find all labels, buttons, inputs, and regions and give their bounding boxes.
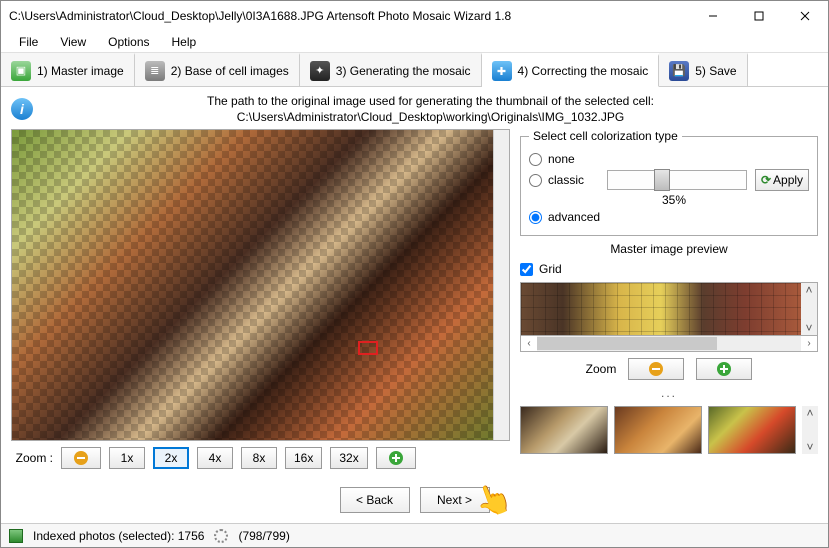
zoom-2x[interactable]: 2x [153,447,189,469]
mosaic-viewport[interactable] [11,129,510,441]
window-title: C:\Users\Administrator\Cloud_Desktop\Jel… [9,9,690,23]
candidates-vscroll[interactable]: ˄˅ [802,406,818,454]
wizard-nav: < Back Next > 👆 [11,479,818,519]
maximize-button[interactable] [736,1,782,31]
zoom-controls: Zoom : 1x 2x 4x 8x 16x 32x [11,441,510,475]
plus-icon [389,451,403,465]
zoom-32x[interactable]: 32x [330,447,367,469]
menu-options[interactable]: Options [98,33,159,51]
zoom-16x[interactable]: 16x [285,447,322,469]
candidate-thumb[interactable] [614,406,702,454]
step-correcting[interactable]: ✚ 4) Correcting the mosaic [482,54,660,87]
grid-label: Grid [539,262,562,276]
refresh-icon: ⟳ [761,173,771,187]
selected-cell-marker[interactable] [358,341,378,355]
radio-none[interactable] [529,153,542,166]
zoom-8x[interactable]: 8x [241,447,277,469]
apply-label: Apply [773,173,803,187]
step-generating[interactable]: ✦ 3) Generating the mosaic [300,53,482,86]
zoom-4x[interactable]: 4x [197,447,233,469]
colorization-advanced[interactable]: advanced [529,207,809,227]
master-preview[interactable]: ˄˅ [520,282,818,336]
path-caption: The path to the original image used for … [43,93,818,109]
master-preview-title: Master image preview [520,242,818,256]
indexed-count: Indexed photos (selected): 1756 [33,529,204,543]
radio-classic-label: classic [548,173,584,187]
zoom-out-button[interactable] [61,447,101,469]
scroll-right-arrow[interactable]: › [801,338,817,349]
menu-file[interactable]: File [9,33,48,51]
status-bar: Indexed photos (selected): 1756 (798/799… [1,523,828,547]
step-base-cells[interactable]: ≣ 2) Base of cell images [135,53,300,86]
colorization-group: Select cell colorization type none class… [520,129,818,236]
apply-button[interactable]: ⟳ Apply [755,169,809,191]
minimize-button[interactable] [690,1,736,31]
puzzle-icon: ✚ [492,61,512,81]
master-preview-hscroll[interactable]: ‹ › [520,336,818,352]
preview-zoom-in[interactable] [696,358,752,380]
colorization-slider[interactable] [607,170,747,190]
preview-zoom-label: Zoom [586,362,617,376]
minus-icon [649,362,663,376]
info-icon: i [11,98,33,120]
title-bar: C:\Users\Administrator\Cloud_Desktop\Jel… [1,1,828,31]
zoom-label: Zoom : [13,451,53,465]
radio-classic[interactable] [529,174,542,187]
photos-icon [9,529,23,543]
next-button[interactable]: Next > [420,487,490,513]
colorization-legend: Select cell colorization type [529,129,682,143]
candidate-thumb[interactable] [520,406,608,454]
master-preview-vscroll[interactable]: ˄˅ [801,283,817,335]
save-icon: 💾 [669,61,689,81]
step-save[interactable]: 💾 5) Save [659,53,747,86]
slider-thumb[interactable] [654,169,670,191]
grid-checkbox-row[interactable]: Grid [520,262,818,276]
slider-percent: 35% [599,193,749,207]
preview-zoom-out[interactable] [628,358,684,380]
loading-spinner-icon [214,529,228,543]
wizard-steps: ▣ 1) Master image ≣ 2) Base of cell imag… [1,53,828,87]
candidate-thumbnails: ˄˅ [520,406,818,454]
candidates-ellipsis: ... [520,386,818,400]
radio-advanced-label: advanced [548,210,600,224]
candidate-thumb[interactable] [708,406,796,454]
zoom-in-button[interactable] [376,447,416,469]
preview-zoom-controls: Zoom [520,358,818,380]
mosaic-image[interactable] [12,130,493,440]
minus-icon [74,451,88,465]
zoom-1x[interactable]: 1x [109,447,145,469]
step-label: 5) Save [695,64,736,78]
menu-bar: File View Options Help [1,31,828,53]
plus-icon [717,362,731,376]
step-label: 4) Correcting the mosaic [518,64,649,78]
scroll-left-arrow[interactable]: ‹ [521,338,537,349]
hscroll-thumb[interactable] [537,337,717,350]
step-label: 3) Generating the mosaic [336,64,471,78]
radio-advanced[interactable] [529,211,542,224]
radio-none-label: none [548,152,575,166]
cell-source-path: The path to the original image used for … [43,93,818,125]
picture-icon: ▣ [11,61,31,81]
step-label: 2) Base of cell images [171,64,289,78]
path-value: C:\Users\Administrator\Cloud_Desktop\wor… [43,109,818,125]
colorization-classic[interactable]: classic [529,170,599,190]
back-button[interactable]: < Back [340,487,410,513]
menu-help[interactable]: Help [162,33,207,51]
step-master-image[interactable]: ▣ 1) Master image [1,53,135,86]
index-progress: (798/799) [238,529,289,543]
close-button[interactable] [782,1,828,31]
grid-checkbox[interactable] [520,263,533,276]
wand-icon: ✦ [310,61,330,81]
colorization-none[interactable]: none [529,149,809,169]
master-preview-image[interactable] [521,283,801,335]
step-label: 1) Master image [37,64,124,78]
mosaic-vertical-scrollbar[interactable] [493,130,509,440]
menu-view[interactable]: View [50,33,96,51]
database-icon: ≣ [145,61,165,81]
